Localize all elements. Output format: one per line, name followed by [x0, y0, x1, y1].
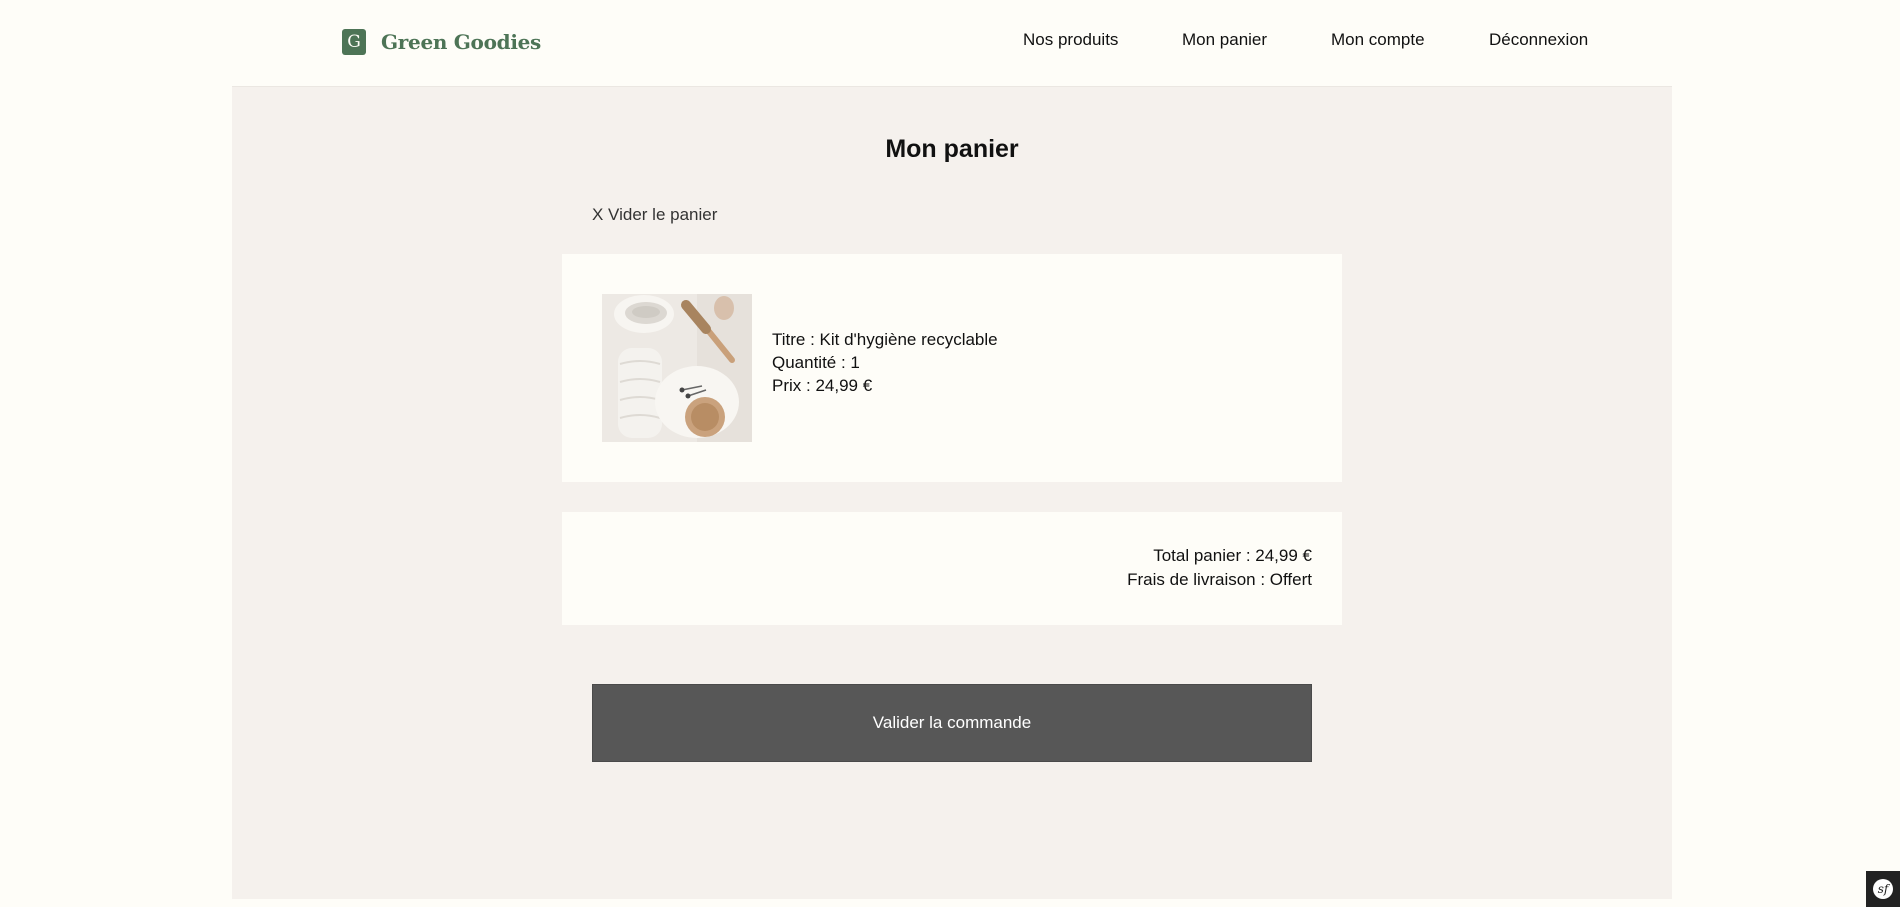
nav-item-logout[interactable]: Déconnexion [1489, 30, 1588, 50]
nav-item-account[interactable]: Mon compte [1331, 30, 1425, 50]
site-header: G Green Goodies Nos produits Mon panier … [0, 0, 1900, 86]
cart-summary: Total panier : 24,99 € Frais de livraiso… [562, 512, 1342, 625]
page-title: Mon panier [885, 135, 1019, 163]
brand-name: Green Goodies [381, 30, 541, 54]
clear-cart-button[interactable]: X Vider le panier [592, 205, 717, 225]
cart-total: Total panier : 24,99 € [1153, 546, 1312, 565]
product-image [602, 294, 752, 442]
brand-logo[interactable]: G Green Goodies [342, 29, 541, 55]
validate-order-button[interactable]: Valider la commande [592, 684, 1312, 762]
cart-item: Titre : Kit d'hygiène recyclable Quantit… [562, 254, 1342, 482]
item-quantity: Quantité : 1 [772, 353, 860, 372]
nav-item-cart[interactable]: Mon panier [1182, 30, 1267, 50]
item-title: Titre : Kit d'hygiène recyclable [772, 330, 998, 349]
hygiene-kit-photo-icon [602, 294, 752, 442]
summary-lines: Total panier : 24,99 € Frais de livraiso… [1127, 544, 1312, 592]
item-price: Prix : 24,99 € [772, 376, 873, 395]
shipping-fee: Frais de livraison : Offert [1127, 570, 1312, 589]
symfony-icon: sf [1873, 879, 1893, 899]
debug-toolbar-toggle[interactable]: sf [1866, 871, 1900, 907]
nav-item-products[interactable]: Nos produits [1023, 30, 1118, 50]
logo-badge-icon: G [342, 29, 366, 55]
cart-page: Mon panier X Vider le panier Titre: Kit… [232, 86, 1672, 899]
cart-item-details: Titre : Kit d'hygiène recyclable Quantit… [772, 328, 998, 397]
